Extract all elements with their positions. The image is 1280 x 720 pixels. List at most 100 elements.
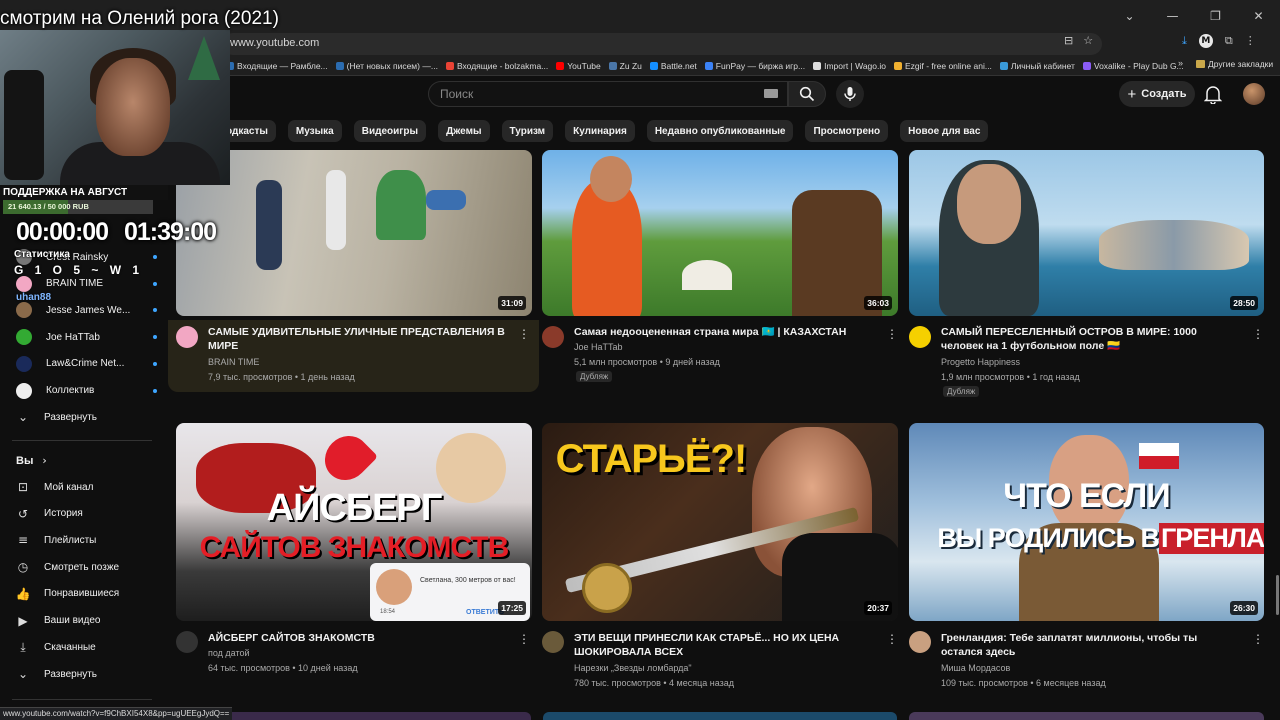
restore-icon[interactable]: ❐ [1194, 0, 1237, 32]
more-actions-icon[interactable]: ⋮ [518, 632, 530, 646]
extensions-icon[interactable]: ⧉ [1225, 34, 1233, 48]
webcam-chair [4, 70, 44, 180]
keyboard-icon[interactable] [764, 89, 778, 98]
sidebar-you-item[interactable]: ⤓ Скачанные [16, 634, 161, 660]
bookmark-item[interactable]: YouTube [556, 58, 601, 74]
video-title[interactable]: САМЫЙ ПЕРЕСЕЛЕННЫЙ ОСТРОВ В МИРЕ: 1000 ч… [941, 325, 1241, 353]
search-input[interactable] [428, 81, 788, 107]
bookmark-item[interactable]: Zu Zu [608, 58, 642, 74]
download-icon[interactable]: ⤓ [1182, 34, 1187, 48]
bookmark-item[interactable]: Battle.net [649, 58, 697, 74]
subscription-label: Law&Crime Net... [46, 358, 125, 370]
bookmark-item[interactable]: Входящие - bolzakma... [445, 58, 548, 74]
channel-name[interactable]: под датой [208, 648, 250, 658]
channel-avatar[interactable] [542, 631, 564, 653]
sidebar-expand-you[interactable]: ⌄ Развернуть [16, 661, 161, 687]
sidebar-you-item[interactable]: ↺ История [16, 501, 161, 527]
thumb-island [1099, 220, 1249, 270]
video-duration: 17:25 [498, 601, 526, 615]
sidebar-you-item[interactable]: ◷ Смотреть позже [16, 554, 161, 580]
profile-icon[interactable]: M [1198, 34, 1213, 48]
bookmark-item[interactable]: (Нет новых писем) —... [335, 58, 438, 74]
thumb-title-line2: САЙТОВ ЗНАКОМСТВ [199, 531, 510, 564]
minimize-icon[interactable]: — [1151, 0, 1194, 32]
subscription-label: Joe HaTTab [46, 331, 100, 343]
subscription-label: BRAIN TIME [46, 278, 104, 290]
scrollbar-thumb[interactable] [1276, 575, 1279, 615]
bookmark-item[interactable]: Ezgif - free online ani... [893, 58, 992, 74]
filter-chip[interactable]: Новое для вас [900, 120, 989, 142]
bookmark-item[interactable]: Входящие — Рамбле... [226, 58, 328, 74]
sidebar-you-header[interactable]: Вы › [16, 454, 47, 467]
notifications-button[interactable] [1203, 84, 1223, 109]
channel-avatar[interactable] [176, 326, 198, 348]
channel-avatar [16, 302, 32, 319]
close-icon[interactable]: ✕ [1237, 0, 1280, 32]
account-avatar[interactable] [1243, 83, 1265, 105]
filter-chip[interactable]: Музыка [287, 120, 342, 142]
more-actions-icon[interactable]: ⋮ [886, 632, 898, 646]
channel-avatar[interactable] [176, 631, 198, 653]
video-thumbnail[interactable]: СТАРЬЁ?! 20:37 [542, 423, 898, 621]
video-title[interactable]: ЭТИ ВЕЩИ ПРИНЕСЛИ КАК СТАРЬЁ... НО ИХ ЦЕ… [574, 631, 874, 659]
channel-name[interactable]: Нарезки „Звезды ломбарда" [574, 663, 692, 673]
more-actions-icon[interactable]: ⋮ [1252, 632, 1264, 646]
channel-name[interactable]: Миша Мордасов [941, 663, 1010, 673]
bookmark-item[interactable]: FunPay — биржа игр... [704, 58, 805, 74]
sidebar-you-item[interactable]: ≡ Плейлисты [16, 527, 161, 553]
bookmark-item[interactable]: Import | Wago.io [813, 58, 886, 74]
video-meta: 5,1 млн просмотров • 9 дней назад [574, 357, 720, 367]
video-title[interactable]: Самая недооцененная страна мира 🇰🇿 | КАЗ… [574, 325, 874, 339]
video-thumbnail[interactable] [909, 712, 1265, 720]
bookmark-label: Battle.net [660, 61, 697, 71]
video-thumbnail[interactable]: АЙСБЕРГ САЙТОВ ЗНАКОМСТВ Светлана, 300 м… [176, 423, 532, 621]
sidebar-you-item[interactable]: ⊡ Мой канал [16, 474, 161, 500]
url-field[interactable] [222, 33, 1102, 55]
video-thumbnail[interactable]: 36:03 [542, 150, 898, 316]
sidebar-subscription[interactable]: Law&Crime Net... [16, 351, 161, 377]
filter-chip[interactable]: Кулинария [565, 120, 635, 142]
video-title[interactable]: АЙСБЕРГ САЙТОВ ЗНАКОМСТВ [208, 631, 508, 645]
bookmark-item[interactable]: Личный кабинет [999, 58, 1075, 74]
channel-avatar[interactable] [542, 326, 564, 348]
filter-chip[interactable]: Недавно опубликованные [646, 120, 794, 142]
sidebar-expand-subscriptions[interactable]: ⌄ Развернуть [16, 404, 161, 430]
tab-list-icon[interactable]: ⌄ [1108, 0, 1151, 32]
channel-name[interactable]: Progetto Happiness [941, 357, 1020, 367]
url-text[interactable]: www.youtube.com [230, 37, 319, 49]
channel-avatar[interactable] [909, 631, 931, 653]
voice-search-button[interactable] [836, 80, 864, 108]
chevron-down-icon: ⌄ [17, 410, 29, 424]
create-button[interactable]: + Создать [1119, 81, 1195, 107]
filter-chip[interactable]: Видеоигры [353, 120, 427, 142]
sidebar-you-item[interactable]: 👍 Понравившиеся [16, 581, 161, 607]
bookmark-item[interactable]: Voxalike - Play Dub G... [1082, 58, 1184, 74]
video-thumbnail[interactable] [542, 712, 898, 720]
menu-icon[interactable]: ⋮ [1245, 34, 1256, 48]
sidebar-item-label: Ваши видео [44, 615, 101, 626]
more-actions-icon[interactable]: ⋮ [886, 327, 898, 341]
more-actions-icon[interactable]: ⋮ [518, 327, 530, 341]
bookmark-label: YouTube [567, 61, 601, 71]
bookmark-star-icon[interactable]: ☆ [1083, 34, 1093, 47]
channel-avatar[interactable] [909, 326, 931, 348]
video-title[interactable]: САМЫЕ УДИВИТЕЛЬНЫЕ УЛИЧНЫЕ ПРЕДСТАВЛЕНИЯ… [208, 325, 508, 353]
search-button[interactable] [788, 81, 826, 107]
filter-chip[interactable]: Туризм [501, 120, 554, 142]
thumb-chat-text: Светлана, 300 метров от вас! [420, 577, 516, 584]
filter-chip[interactable]: Джемы [438, 120, 490, 142]
video-title[interactable]: Гренландия: Тебе заплатят миллионы, чтоб… [941, 631, 1241, 659]
channel-name[interactable]: BRAIN TIME [208, 357, 259, 367]
install-app-icon[interactable]: ⊟ [1064, 34, 1073, 47]
more-actions-icon[interactable]: ⋮ [1252, 327, 1264, 341]
thumb-figure [376, 170, 426, 240]
sidebar-subscription[interactable]: Joe HaTTab [16, 324, 161, 350]
video-thumbnail[interactable]: ЧТО ЕСЛИ ВЫ РОДИЛИСЬ В ГРЕНЛАНДИИ 26:30 [909, 423, 1264, 621]
channel-name[interactable]: Joe HaTTab [574, 342, 623, 352]
filter-chip[interactable]: Просмотрено [805, 120, 889, 142]
bookmarks-more-icon[interactable]: » [1178, 58, 1183, 68]
other-bookmarks[interactable]: Другие закладки [1196, 59, 1273, 69]
sidebar-you-item[interactable]: ▶ Ваши видео [16, 608, 161, 634]
video-thumbnail[interactable]: 28:50 [909, 150, 1264, 316]
sidebar-subscription[interactable]: Коллектив [16, 378, 161, 404]
